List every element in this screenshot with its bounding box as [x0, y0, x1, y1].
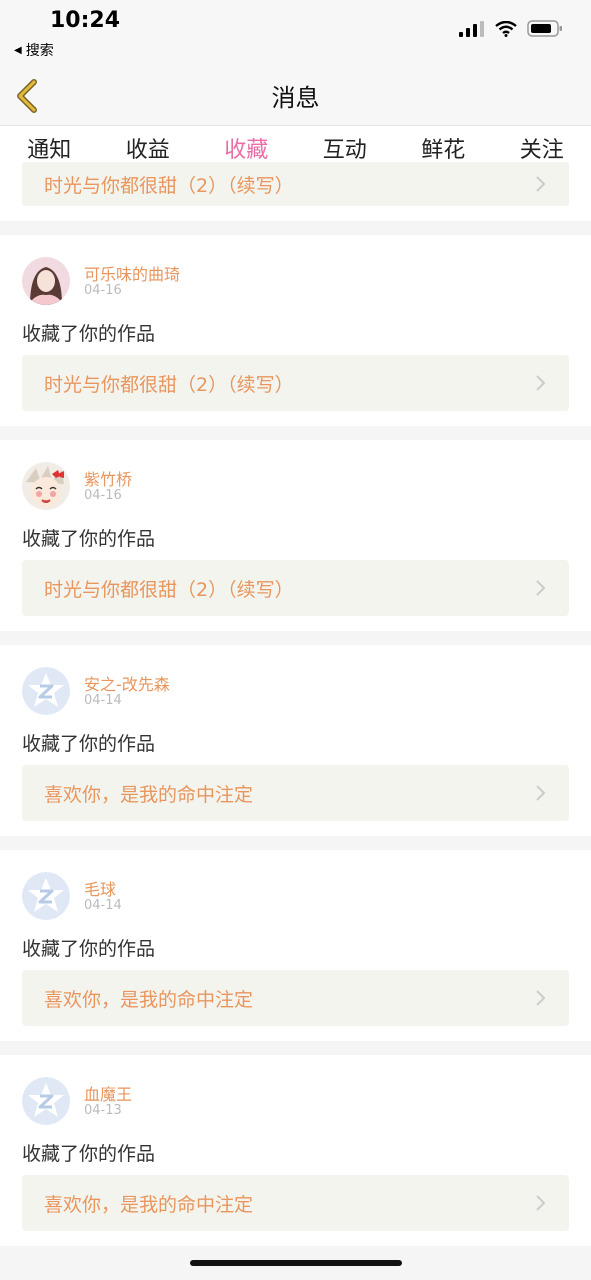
list-item: 可乐味的曲琦 04-16 收藏了你的作品 时光与你都很甜（2）（续写）	[0, 235, 591, 426]
status-time: 10:24	[50, 8, 121, 33]
work-link[interactable]: 喜欢你，是我的命中注定	[22, 1175, 569, 1231]
home-indicator[interactable]	[190, 1260, 402, 1266]
work-title: 时光与你都很甜（2）（续写）	[44, 174, 294, 197]
message-date: 04-16	[84, 488, 122, 503]
work-title: 喜欢你，是我的命中注定	[44, 1193, 254, 1216]
back-triangle-icon: ◀	[14, 44, 22, 56]
chevron-right-icon	[536, 580, 546, 596]
username[interactable]: 紫竹桥	[84, 466, 132, 490]
tab-label: 关注	[519, 138, 564, 163]
tab-label: 通知	[27, 138, 72, 163]
tab-label: 收藏	[224, 138, 269, 163]
list-item: 时光与你都很甜（2）（续写）	[0, 162, 591, 221]
action-text: 收藏了你的作品	[22, 938, 156, 960]
nav-bar: 消息	[0, 64, 591, 126]
message-date: 04-14	[84, 693, 122, 708]
chevron-right-icon	[536, 1195, 546, 1211]
list-item: 安之-改先森 04-14 收藏了你的作品 喜欢你，是我的命中注定	[0, 645, 591, 836]
message-date: 04-14	[84, 898, 122, 913]
chevron-right-icon	[536, 176, 546, 192]
username[interactable]: 可乐味的曲琦	[84, 261, 180, 285]
message-date: 04-16	[84, 283, 122, 298]
work-title: 喜欢你，是我的命中注定	[44, 988, 254, 1011]
back-app-label: 搜索	[25, 43, 54, 59]
action-text: 收藏了你的作品	[22, 1143, 156, 1165]
work-link[interactable]: 时光与你都很甜（2）（续写）	[22, 355, 569, 411]
work-title: 时光与你都很甜（2）（续写）	[44, 578, 294, 601]
message-list: 时光与你都很甜（2）（续写） 可乐味的曲琦 04-16 收藏了你的作品 时光与你…	[0, 162, 591, 1246]
back-to-app[interactable]: ◀ 搜索	[14, 40, 54, 60]
list-item: 紫竹桥 04-16 收藏了你的作品 时光与你都很甜（2）（续写）	[0, 440, 591, 631]
signal-icon	[459, 20, 484, 37]
work-title: 喜欢你，是我的命中注定	[44, 783, 254, 806]
action-text: 收藏了你的作品	[22, 323, 156, 345]
avatar[interactable]	[22, 462, 70, 510]
page-title: 消息	[271, 84, 320, 112]
work-link[interactable]: 喜欢你，是我的命中注定	[22, 765, 569, 821]
chevron-right-icon	[536, 375, 546, 391]
avatar[interactable]	[22, 1077, 70, 1125]
work-link[interactable]: 喜欢你，是我的命中注定	[22, 970, 569, 1026]
username[interactable]: 毛球	[84, 876, 116, 900]
wifi-icon	[495, 20, 517, 37]
work-link[interactable]: 时光与你都很甜（2）（续写）	[22, 162, 569, 206]
avatar[interactable]	[22, 667, 70, 715]
default-avatar-icon	[22, 872, 70, 920]
action-text: 收藏了你的作品	[22, 733, 156, 755]
avatar[interactable]	[22, 257, 70, 305]
chevron-right-icon	[536, 785, 546, 801]
tab-label: 收益	[125, 138, 170, 163]
user-photo-icon	[22, 257, 70, 305]
cartoon-avatar-icon	[22, 462, 70, 510]
message-date: 04-13	[84, 1103, 122, 1118]
battery-icon	[527, 20, 562, 37]
avatar[interactable]	[22, 872, 70, 920]
status-bar: 10:24 ◀ 搜索	[0, 0, 591, 64]
default-avatar-icon	[22, 1077, 70, 1125]
work-link[interactable]: 时光与你都很甜（2）（续写）	[22, 560, 569, 616]
system-icons	[459, 20, 563, 37]
action-text: 收藏了你的作品	[22, 528, 156, 550]
username[interactable]: 安之-改先森	[84, 671, 170, 695]
list-item: 毛球 04-14 收藏了你的作品 喜欢你，是我的命中注定	[0, 850, 591, 1041]
default-avatar-icon	[22, 667, 70, 715]
chevron-right-icon	[536, 990, 546, 1006]
username[interactable]: 血魔王	[84, 1081, 132, 1105]
tab-label: 互动	[322, 138, 367, 163]
list-item: 血魔王 04-13 收藏了你的作品 喜欢你，是我的命中注定	[0, 1055, 591, 1246]
tab-label: 鲜花	[421, 138, 466, 163]
work-title: 时光与你都很甜（2）（续写）	[44, 373, 294, 396]
